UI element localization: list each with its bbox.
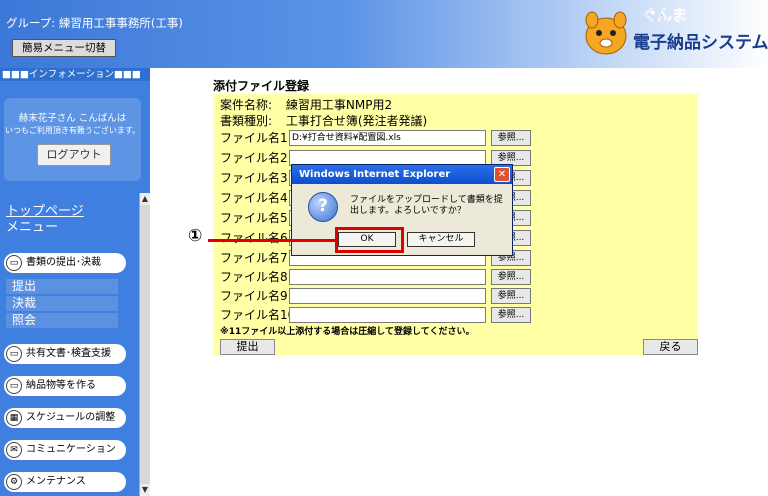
- scroll-up-arrow-icon[interactable]: ▲: [140, 193, 150, 205]
- case-name-row: 案件名称: 練習用工事NMP用2: [220, 96, 392, 113]
- dialog-message: ファイルをアップロードして書類を提出します。よろしいですか？: [350, 195, 503, 216]
- file-label-1: ファイル名1: [220, 131, 288, 145]
- logo-text-system: 電子納品システム: [633, 33, 768, 53]
- document-icon: ▭: [6, 255, 22, 271]
- menu-item-schedule[interactable]: ▦ スケジュールの調整: [4, 408, 126, 428]
- file-label-2: ファイル名2: [220, 151, 288, 165]
- wrench-icon: ⚙: [6, 474, 22, 490]
- browse-button-1[interactable]: 参照...: [491, 130, 531, 146]
- file-input-10[interactable]: [289, 307, 486, 323]
- menu-item-maintenance[interactable]: ⚙ メンテナンス: [4, 472, 126, 492]
- logo-text-gunma: ぐんま: [642, 6, 688, 25]
- callout-highlight-box: [335, 227, 404, 253]
- mail-icon: ✉: [6, 442, 22, 458]
- system-logo: ぐんま 電子納品システム: [578, 4, 768, 62]
- sidebar-scrollbar[interactable]: ▲ ▼: [139, 193, 150, 496]
- simple-menu-toggle-button[interactable]: 簡易メニュー切替: [12, 39, 116, 57]
- back-button[interactable]: 戻る: [643, 339, 698, 355]
- calendar-icon: ▦: [6, 410, 22, 426]
- menu-item-shared-documents[interactable]: ▭ 共有文書･検査支援: [4, 344, 126, 364]
- document-type-row: 書類種別: 工事打合せ簿(発注者発議): [220, 112, 427, 129]
- document-type-label: 書類種別:: [220, 114, 273, 128]
- dialog-title: Windows Internet Explorer: [292, 165, 512, 184]
- sub-item-inquiry[interactable]: 照会: [6, 313, 118, 328]
- group-label: グループ: 練習用工事事務所(工事): [6, 16, 183, 30]
- callout-number: ①: [188, 226, 203, 246]
- document-type-value: 工事打合せ簿(発注者発議): [285, 114, 428, 128]
- panel-title: 添付ファイル登録: [213, 79, 698, 94]
- browse-button-10[interactable]: 参照...: [491, 307, 531, 323]
- case-name-label: 案件名称:: [220, 98, 273, 112]
- menu-item-label: メンテナンス: [26, 476, 86, 487]
- information-bar: ■■■インフォメーション■■■: [0, 68, 150, 81]
- header-bar: グループ: 練習用工事事務所(工事) 簡易メニュー切替 ぐんま 電子納品システム: [0, 0, 768, 68]
- file-label-10: ファイル名10: [220, 308, 296, 322]
- sub-item-submit[interactable]: 提出: [6, 279, 118, 294]
- menu-item-communication[interactable]: ✉ コミュニケーション: [4, 440, 126, 460]
- submit-button[interactable]: 提出: [220, 339, 275, 355]
- nav-menu-heading: メニュー: [6, 220, 59, 235]
- file-input-1[interactable]: D:¥打合せ資料¥配置図.xls: [289, 130, 486, 146]
- menu-item-label: スケジュールの調整: [26, 412, 116, 423]
- menu-item-label: 書類の提出･決裁: [26, 257, 101, 268]
- browse-button-9[interactable]: 参照...: [491, 288, 531, 304]
- compression-note: ※11ファイル以上添付する場合は圧縮して登録してください。: [220, 327, 475, 337]
- file-label-3: ファイル名3: [220, 171, 288, 185]
- file-input-9[interactable]: [289, 288, 486, 304]
- menu-item-create-deliverables[interactable]: ▭ 納品物等を作る: [4, 376, 126, 396]
- menu-item-label: 共有文書･検査支援: [26, 348, 111, 359]
- menu-item-document-submit[interactable]: ▭ 書類の提出･決裁: [4, 253, 126, 273]
- menu-item-label: コミュニケーション: [26, 444, 116, 455]
- file-label-9: ファイル名9: [220, 289, 288, 303]
- folder-icon: ▭: [6, 378, 22, 394]
- case-name-value: 練習用工事NMP用2: [285, 98, 393, 112]
- mascot-icon: [585, 11, 627, 55]
- file-label-6: ファイル名6: [220, 231, 288, 245]
- cancel-button[interactable]: キャンセル: [407, 232, 475, 247]
- file-label-5: ファイル名5: [220, 211, 288, 225]
- user-info-box: 赫末花子さん こんばんは いつもご利用頂き有難うございます。 ログアウト: [4, 98, 141, 181]
- browse-button-8[interactable]: 参照...: [491, 269, 531, 285]
- logout-button[interactable]: ログアウト: [37, 144, 111, 166]
- user-greeting: 赫末花子さん こんばんは: [18, 113, 127, 124]
- scroll-down-arrow-icon[interactable]: ▼: [140, 484, 150, 496]
- file-input-8[interactable]: [289, 269, 486, 285]
- document-icon: ▭: [6, 346, 22, 362]
- user-message: いつもご利用頂き有難うございます。: [4, 126, 141, 135]
- sub-item-approve[interactable]: 決裁: [6, 296, 118, 311]
- question-icon: ?: [308, 192, 338, 222]
- menu-item-label: 納品物等を作る: [26, 380, 96, 391]
- callout-line: [208, 239, 336, 242]
- close-icon[interactable]: ✕: [494, 167, 510, 182]
- file-label-4: ファイル名4: [220, 191, 288, 205]
- file-label-8: ファイル名8: [220, 270, 288, 284]
- file-label-7: ファイル名7: [220, 251, 288, 265]
- sidebar: ■■■インフォメーション■■■ 赫末花子さん こんばんは いつもご利用頂き有難う…: [0, 68, 150, 496]
